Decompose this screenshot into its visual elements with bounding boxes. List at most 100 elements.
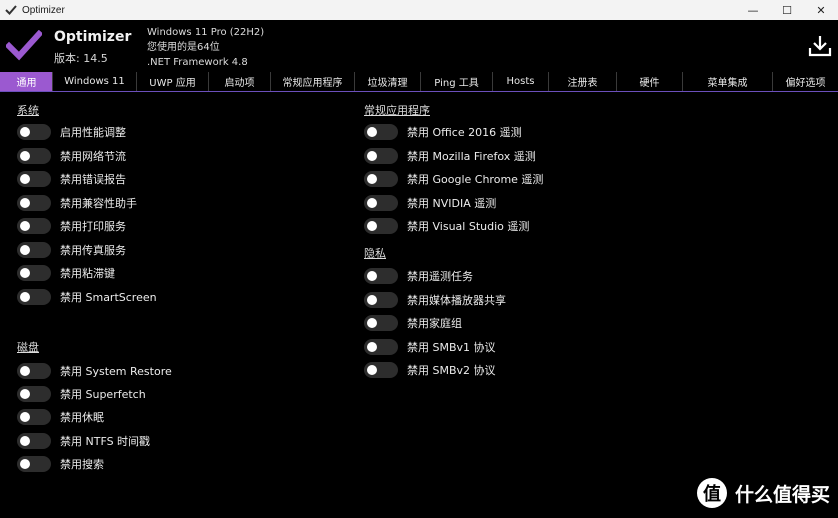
toggle-switch[interactable] [17, 194, 51, 211]
section-system-title: 系统 [17, 104, 39, 117]
option-row[interactable]: 禁用网络节流 [17, 147, 126, 165]
option-row[interactable]: 禁用 Visual Studio 遥测 [364, 217, 529, 235]
toggle-switch[interactable] [17, 124, 51, 140]
toggle-switch[interactable] [364, 315, 398, 331]
option-row[interactable]: 禁用传真服务 [17, 241, 126, 259]
option-label: 禁用粘滞键 [60, 267, 115, 280]
option-row[interactable]: 禁用 SMBv2 协议 [364, 361, 496, 379]
option-row[interactable]: 禁用搜索 [17, 455, 104, 473]
toggle-knob [367, 127, 377, 137]
toggle-switch[interactable] [17, 218, 51, 234]
toggle-switch[interactable] [17, 265, 51, 281]
toggle-knob [367, 365, 377, 375]
option-row[interactable]: 禁用媒体播放器共享 [364, 291, 506, 309]
toggle-switch[interactable] [17, 455, 51, 472]
toggle-knob [367, 197, 377, 208]
option-row[interactable]: 禁用 SmartScreen [17, 288, 157, 306]
minimize-button[interactable]: — [736, 0, 770, 20]
tab-ping-tool[interactable]: Ping 工具 [420, 72, 492, 91]
window-title: Optimizer [22, 4, 65, 16]
app-version: 版本: 14.5 [54, 52, 108, 65]
option-row[interactable]: 禁用 Google Chrome 遥测 [364, 170, 543, 188]
toggle-switch[interactable] [364, 362, 398, 378]
app-header: Optimizer 版本: 14.5 Windows 11 Pro (22H2)… [0, 20, 838, 70]
toggle-switch[interactable] [17, 432, 51, 449]
option-label: 禁用 SMBv2 协议 [407, 364, 496, 377]
watermark: 值 什么值得买 [696, 478, 830, 508]
option-row[interactable]: 禁用 Superfetch [17, 385, 146, 403]
toggle-knob [20, 150, 30, 161]
option-row[interactable]: 禁用兼容性助手 [17, 194, 137, 212]
toggle-knob [367, 174, 377, 184]
option-label: 禁用 System Restore [60, 365, 172, 378]
option-row[interactable]: 禁用 System Restore [17, 362, 172, 380]
system-info: Windows 11 Pro (22H2) 您使用的是64位 .NET Fram… [147, 25, 264, 70]
tab-hardware[interactable]: 硬件 [616, 72, 682, 91]
download-icon[interactable] [808, 34, 832, 58]
option-row[interactable]: 禁用休眠 [17, 408, 104, 426]
tab-bar: 通用 Windows 11 UWP 应用 启动项 常规应用程序 垃圾清理 Pin… [0, 72, 838, 92]
toggle-switch[interactable] [364, 194, 398, 211]
toggle-knob [367, 318, 377, 328]
toggle-knob [20, 435, 30, 446]
option-row[interactable]: 禁用家庭组 [364, 314, 462, 332]
option-label: 启用性能调整 [60, 126, 126, 139]
toggle-switch[interactable] [364, 218, 398, 234]
title-bar: Optimizer — ☐ ✕ [0, 0, 838, 20]
app-name: Optimizer [54, 29, 132, 45]
tab-uwp[interactable]: UWP 应用 [136, 72, 208, 91]
toggle-switch[interactable] [364, 268, 398, 284]
option-row[interactable]: 启用性能调整 [17, 123, 126, 141]
tab-registry[interactable]: 注册表 [548, 72, 616, 91]
toggle-switch[interactable] [17, 363, 51, 379]
option-label: 禁用错误报告 [60, 173, 126, 186]
toggle-switch[interactable] [364, 171, 398, 187]
option-label: 禁用 Superfetch [60, 388, 146, 402]
option-row[interactable]: 禁用错误报告 [17, 170, 126, 188]
option-label: 禁用媒体播放器共享 [407, 293, 506, 307]
option-row[interactable]: 禁用 Office 2016 遥测 [364, 123, 522, 141]
option-row[interactable]: 禁用粘滞键 [17, 264, 115, 282]
toggle-switch[interactable] [17, 171, 51, 187]
toggle-knob [20, 291, 30, 302]
toggle-knob [20, 197, 30, 208]
toggle-switch[interactable] [364, 291, 398, 308]
option-row[interactable]: 禁用 SMBv1 协议 [364, 338, 496, 356]
option-label: 禁用打印服务 [60, 220, 126, 233]
tab-cleaner[interactable]: 垃圾清理 [354, 72, 420, 91]
toggle-knob [20, 127, 30, 137]
option-label: 禁用休眠 [60, 411, 104, 425]
close-button[interactable]: ✕ [804, 0, 838, 20]
option-label: 禁用搜索 [60, 457, 104, 471]
toggle-knob [367, 271, 377, 281]
option-row[interactable]: 禁用 NTFS 时间戳 [17, 432, 150, 450]
option-label: 禁用 Mozilla Firefox 遥测 [407, 149, 536, 163]
option-row[interactable]: 禁用打印服务 [17, 217, 126, 235]
toggle-switch[interactable] [364, 147, 398, 164]
watermark-text: 什么值得买 [734, 483, 830, 506]
maximize-button[interactable]: ☐ [770, 0, 804, 20]
tab-startup[interactable]: 启动项 [208, 72, 270, 91]
section-apps-title: 常规应用程序 [364, 104, 430, 117]
toggle-switch[interactable] [17, 147, 51, 164]
toggle-switch[interactable] [17, 409, 51, 426]
tab-common-apps[interactable]: 常规应用程序 [270, 72, 354, 91]
architecture: 您使用的是64位 [147, 42, 220, 53]
toggle-switch[interactable] [17, 386, 51, 403]
toggle-switch[interactable] [364, 338, 398, 355]
toggle-knob [20, 174, 30, 184]
tab-general[interactable]: 通用 [0, 72, 52, 91]
tab-menu-integration[interactable]: 菜单集成 [682, 72, 772, 91]
toggle-switch[interactable] [17, 241, 51, 258]
tab-preferences[interactable]: 偏好选项 [772, 72, 838, 91]
option-label: 禁用 NTFS 时间戳 [60, 434, 151, 448]
option-label: 禁用 SmartScreen [60, 290, 157, 304]
tab-windows11[interactable]: Windows 11 [52, 72, 136, 91]
option-row[interactable]: 禁用遥测任务 [364, 267, 473, 285]
option-row[interactable]: 禁用 Mozilla Firefox 遥测 [364, 147, 536, 165]
tab-hosts[interactable]: Hosts [492, 72, 548, 91]
toggle-switch[interactable] [364, 124, 398, 140]
option-row[interactable]: 禁用 NVIDIA 遥测 [364, 194, 496, 212]
toggle-switch[interactable] [17, 288, 51, 305]
option-label: 禁用网络节流 [60, 149, 126, 163]
